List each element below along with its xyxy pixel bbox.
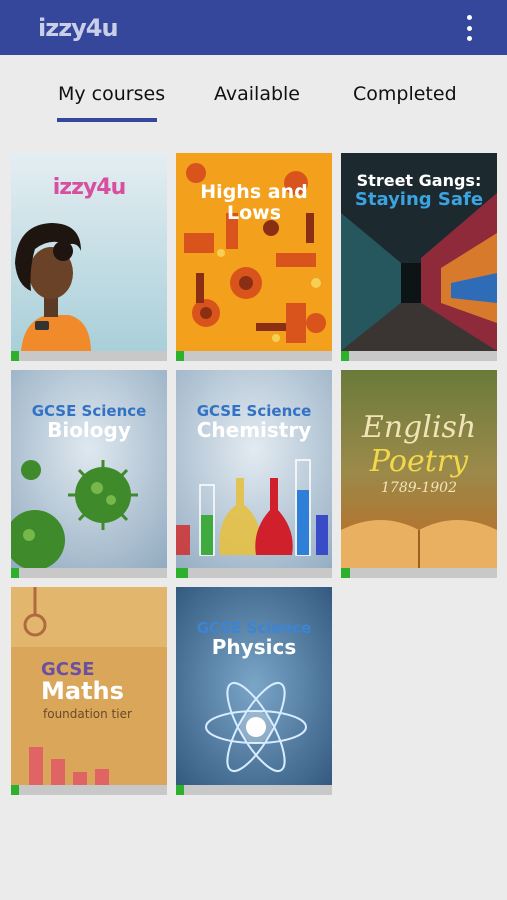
overflow-menu-icon[interactable] — [461, 15, 477, 41]
course-progress-fill — [11, 785, 19, 795]
course-title-line2: Poetry — [369, 444, 469, 479]
course-progress-fill — [176, 785, 184, 795]
course-progress-fill — [11, 351, 19, 361]
course-progress-fill — [176, 568, 189, 578]
course-title-line1: Street Gangs: — [356, 171, 482, 190]
course-tile-izzy4u[interactable]: izzy4u — [11, 153, 167, 361]
course-title-line2: Staying Safe — [354, 189, 484, 210]
course-cover-physics — [176, 587, 332, 785]
course-title-line1: Highs and — [200, 181, 308, 203]
course-title-line2: Maths — [41, 677, 124, 705]
course-cover-chemistry — [176, 370, 332, 568]
tab-my-courses[interactable]: My courses — [58, 83, 165, 105]
course-tile-chemistry[interactable]: GCSE Science Chemistry — [176, 370, 332, 578]
course-title-line2: Lows — [226, 202, 282, 224]
course-title-line1: English — [361, 410, 477, 445]
app-logo: izzy4u — [38, 14, 119, 42]
tab-available[interactable]: Available — [214, 83, 300, 105]
course-tile-street-gangs[interactable]: Street Gangs: Staying Safe — [341, 153, 497, 361]
tab-completed[interactable]: Completed — [353, 83, 457, 105]
course-tile-physics[interactable]: GCSE Science Physics — [176, 587, 332, 795]
course-title-line3: foundation tier — [43, 707, 132, 721]
active-tab-indicator — [57, 118, 157, 122]
course-tile-highs-and-lows[interactable]: Highs and Lows — [176, 153, 332, 361]
course-progress-bar — [176, 568, 332, 578]
course-progress-bar — [11, 351, 167, 361]
course-progress-bar — [11, 785, 167, 795]
course-progress-fill — [341, 351, 349, 361]
course-progress-bar — [176, 351, 332, 361]
course-progress-bar — [11, 568, 167, 578]
course-title-line2: Physics — [211, 635, 297, 659]
course-progress-fill — [176, 351, 184, 361]
app-bar: izzy4u — [0, 0, 507, 55]
tab-bar: My courses Available Completed — [0, 55, 507, 125]
course-title-line3: 1789-1902 — [381, 480, 457, 496]
course-tile-english-poetry[interactable]: English Poetry 1789-1902 — [341, 370, 497, 578]
course-cover-biology — [11, 370, 167, 568]
course-progress-fill — [11, 568, 19, 578]
course-tile-biology[interactable]: GCSE Science Biology — [11, 370, 167, 578]
course-progress-fill — [341, 568, 351, 578]
course-title-line2: Biology — [47, 418, 131, 442]
course-progress-bar — [176, 785, 332, 795]
course-progress-bar — [341, 351, 497, 361]
course-title-line1: izzy4u — [52, 175, 126, 200]
course-title-line2: Chemistry — [196, 418, 312, 442]
course-progress-bar — [341, 568, 497, 578]
course-tile-maths[interactable]: GCSE Maths foundation tier — [11, 587, 167, 795]
